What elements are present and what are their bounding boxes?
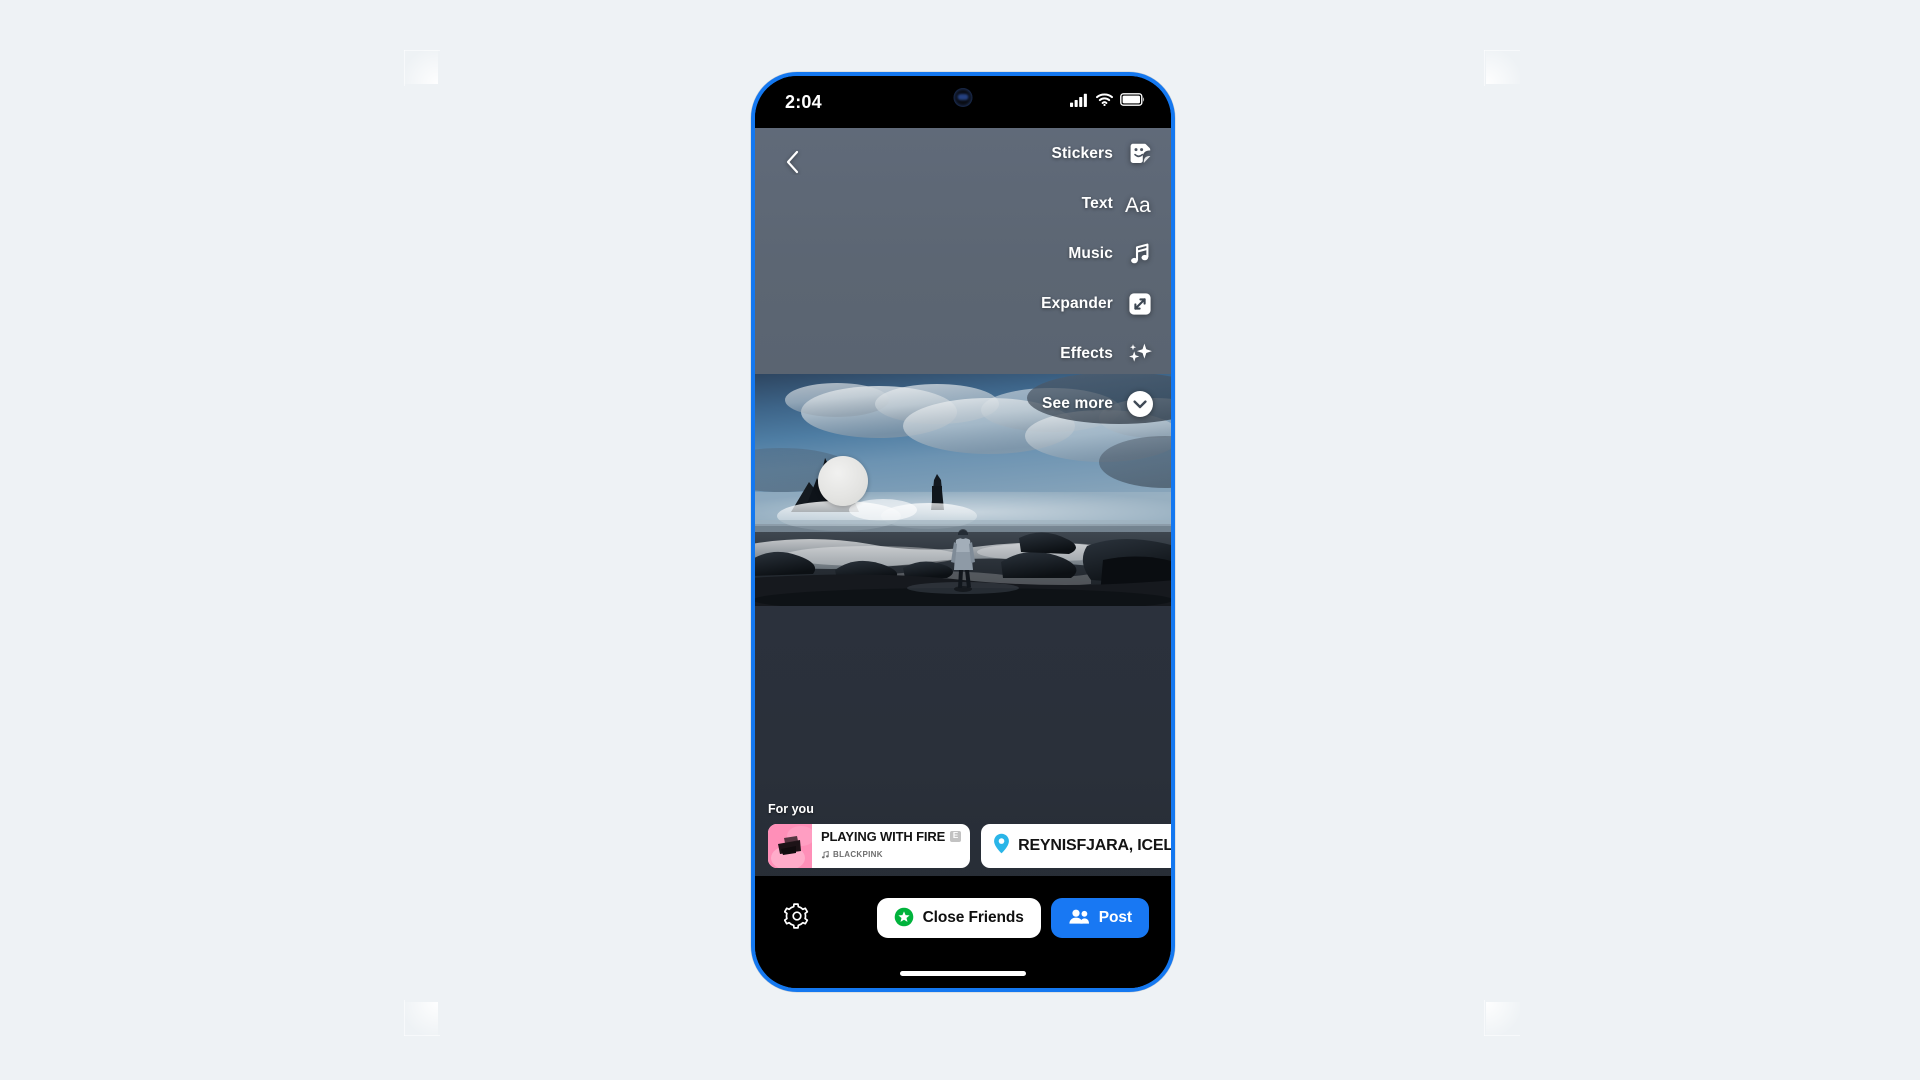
for-you-label: For you — [768, 802, 814, 816]
home-indicator[interactable] — [900, 971, 1026, 976]
crop-mark-top-left — [404, 50, 438, 84]
wifi-icon — [1096, 93, 1113, 111]
text-aa-icon: Aa — [1125, 189, 1155, 219]
crop-guide — [404, 1035, 440, 1036]
location-pin-icon — [993, 833, 1010, 859]
tool-item-expander[interactable]: Expander — [1041, 286, 1155, 322]
tool-label-stickers: Stickers — [1051, 145, 1113, 162]
crop-guide — [1484, 1035, 1520, 1036]
tool-menu: Stickers Text Aa Music Expander Effects … — [1041, 136, 1155, 422]
music-artist: BLACKPINK — [833, 850, 883, 859]
crop-mark-bottom-right — [1486, 1002, 1520, 1036]
back-button[interactable] — [771, 142, 815, 186]
sparkles-icon — [1125, 339, 1155, 369]
location-suggestion-sticker[interactable]: REYNISFJARA, ICELAND — [981, 824, 1171, 868]
music-note-icon — [1125, 239, 1155, 269]
for-you-section: For you PLAYING WITH FIRE E BLACKPINK RE… — [755, 802, 1171, 868]
crop-guide — [1484, 50, 1520, 51]
post-label: Post — [1098, 909, 1132, 926]
action-buttons: Close Friends Post — [817, 898, 1149, 938]
sticker-icon — [1125, 139, 1155, 169]
crop-mark-bottom-left — [404, 1002, 438, 1036]
phone-device-frame: Stickers Text Aa Music Expander Effects … — [751, 72, 1175, 992]
album-art — [768, 824, 812, 868]
crop-guide — [1484, 1000, 1485, 1036]
crop-mark-top-right — [1486, 50, 1520, 84]
music-note-small-icon — [821, 846, 830, 864]
music-artist-row: BLACKPINK — [821, 846, 961, 864]
chevron-down-circle-icon — [1125, 389, 1155, 419]
people-group-icon — [1068, 908, 1090, 929]
location-text: REYNISFJARA, ICELAND — [1018, 837, 1171, 854]
music-suggestion-sticker[interactable]: PLAYING WITH FIRE E BLACKPINK — [768, 824, 971, 868]
tool-label-effects: Effects — [1060, 345, 1113, 362]
status-time: 2:04 — [785, 91, 822, 112]
status-icons — [1070, 93, 1145, 112]
battery-icon — [1120, 93, 1145, 111]
tool-item-see-more[interactable]: See more — [1041, 386, 1155, 422]
music-title: PLAYING WITH FIRE — [821, 828, 946, 844]
camera-punch-hole — [953, 88, 973, 107]
tool-item-text[interactable]: Text Aa — [1041, 186, 1155, 222]
close-friends-label: Close Friends — [922, 909, 1024, 926]
music-title-row: PLAYING WITH FIRE E — [821, 828, 962, 844]
crop-guide — [404, 50, 405, 86]
tool-label-expander: Expander — [1041, 295, 1113, 312]
phone-screen: Stickers Text Aa Music Expander Effects … — [755, 76, 1171, 988]
post-button[interactable]: Post — [1050, 898, 1149, 938]
tool-label-music: Music — [1068, 245, 1113, 262]
tool-item-stickers[interactable]: Stickers — [1041, 136, 1155, 172]
gear-icon — [783, 902, 810, 934]
screenshot-canvas: Stickers Text Aa Music Expander Effects … — [0, 0, 1920, 1080]
chevron-left-icon — [783, 149, 803, 180]
green-star-icon — [894, 907, 914, 930]
crop-guide — [1484, 50, 1485, 86]
expand-arrows-icon — [1125, 289, 1155, 319]
crop-guide — [404, 50, 440, 51]
white-circle-overlay[interactable] — [818, 456, 868, 506]
suggestion-sticker-row: PLAYING WITH FIRE E BLACKPINK REYNISFJAR… — [755, 824, 1171, 868]
svg-text:Aa: Aa — [1125, 194, 1151, 217]
tool-label-see-more: See more — [1042, 395, 1113, 412]
crop-guide — [404, 1000, 405, 1036]
close-friends-button[interactable]: Close Friends — [876, 898, 1041, 938]
settings-button[interactable] — [777, 898, 817, 938]
story-editor-canvas[interactable]: Stickers Text Aa Music Expander Effects … — [755, 128, 1171, 988]
explicit-badge: E — [950, 830, 962, 842]
cellular-signal-icon — [1070, 93, 1089, 112]
music-meta: PLAYING WITH FIRE E BLACKPINK — [812, 824, 970, 868]
tool-label-text: Text — [1081, 195, 1113, 212]
tool-item-music[interactable]: Music — [1041, 236, 1155, 272]
tool-item-effects[interactable]: Effects — [1041, 336, 1155, 372]
